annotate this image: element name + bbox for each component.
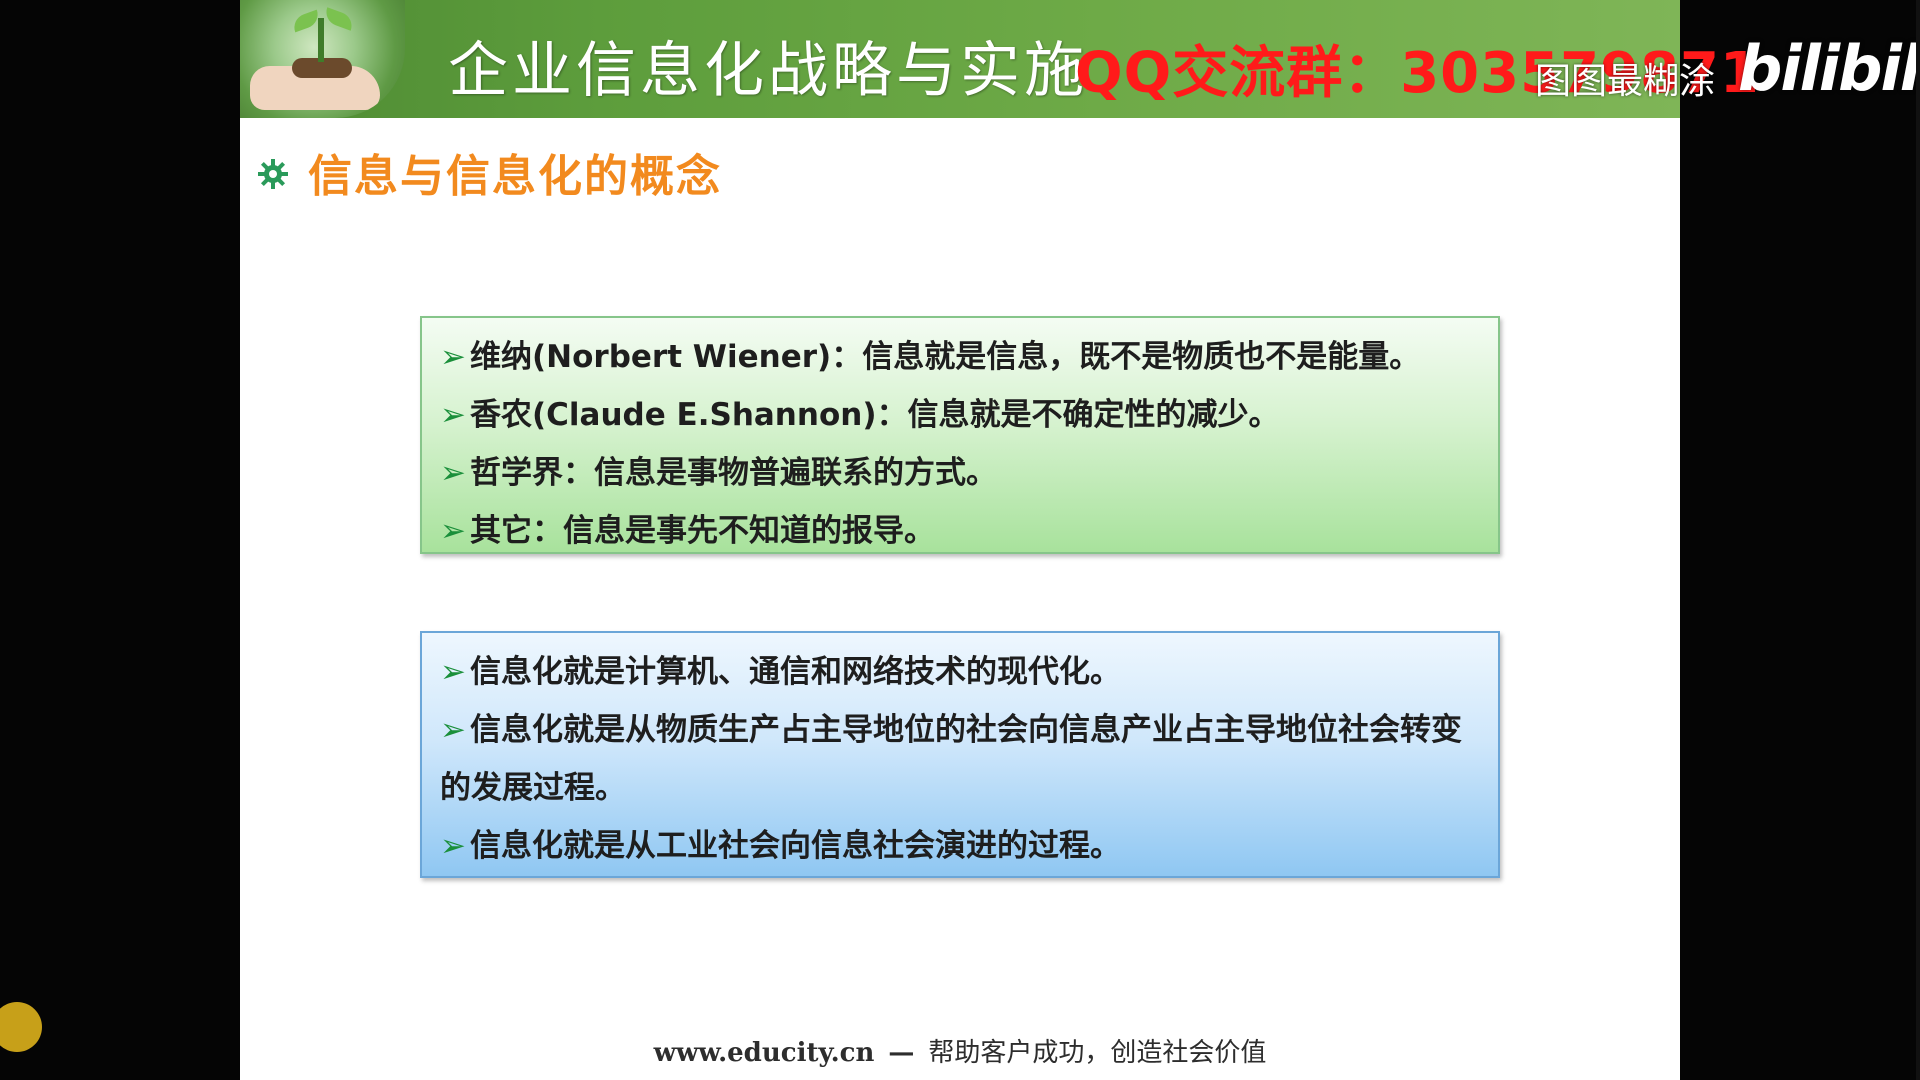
slide-title: 企业信息化战略与实施 [448,36,1088,106]
arrow-bullet-icon: ➢ [440,455,466,491]
footer-url: www.educity.cn [653,1038,875,1068]
list-item: ➢ 哲学界：信息是事物普遍联系的方式。 [440,444,1480,502]
uploader-watermark: 图图最糊涂 [1535,61,1716,102]
video-frame: 企业信息化战略与实施 信息与信息化的概念 ➢ 维纳(Norbert Wiener… [0,0,1920,1080]
list-item: ➢ 信息化就是从物质生产占主导地位的社会向信息产业占主导地位社会转变的发展过程。 [440,701,1480,817]
informatization-definitions-box: ➢ 信息化就是计算机、通信和网络技术的现代化。 ➢ 信息化就是从物质生产占主导地位的… [420,631,1500,878]
slide-footer: www.educity.cn — 帮助客户成功，创造社会价值 [240,1032,1680,1069]
arrow-bullet-icon: ➢ [440,828,466,864]
right-letterbox [1680,0,1920,1080]
arrow-bullet-icon: ➢ [440,339,466,375]
arrow-bullet-icon: ➢ [440,397,466,433]
arrow-bullet-icon: ➢ [440,654,466,690]
gear-bullet-icon [258,159,288,189]
section-heading: 信息与信息化的概念 [256,140,722,204]
information-definitions-box: ➢ 维纳(Norbert Wiener)：信息就是信息，既不是物质也不是能量。 ➢… [420,316,1500,554]
list-item: ➢ 信息化就是从工业社会向信息社会演进的过程。 [440,817,1480,875]
section-title: 信息与信息化的概念 [308,151,722,202]
sprout-in-hand-image [240,0,405,118]
sprout-leaf-left [290,9,322,33]
list-item: ➢ 香农(Claude E.Shannon)：信息就是不确定性的减少。 [440,386,1480,444]
footer-slogan: 帮助客户成功，创造社会价值 [928,1038,1267,1068]
left-letterbox [0,0,240,1080]
arrow-bullet-icon: ➢ [440,513,466,549]
sprout-leaf-right [322,7,356,31]
sprout-stem [318,18,324,62]
list-item: ➢ 维纳(Norbert Wiener)：信息就是信息，既不是物质也不是能量。 [440,328,1480,386]
list-item: ➢ 信息化就是计算机、通信和网络技术的现代化。 [440,643,1480,701]
frame-edge [1916,0,1920,1080]
arrow-bullet-icon: ➢ [440,712,466,748]
list-item: ➢ 其它：信息是事先不知道的报导。 [440,502,1480,560]
footer-separator: — [888,1038,915,1068]
bilibili-logo: bilibili [1738,32,1920,105]
presentation-slide: 企业信息化战略与实施 信息与信息化的概念 ➢ 维纳(Norbert Wiener… [240,0,1680,1080]
